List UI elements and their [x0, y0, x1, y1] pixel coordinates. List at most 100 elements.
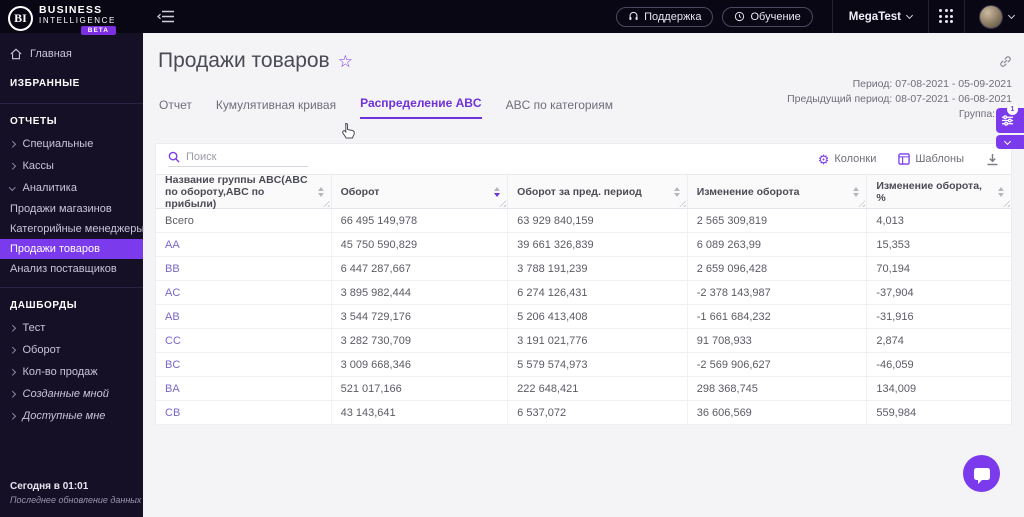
tab-Распределение ABC[interactable]: Распределение ABC	[360, 96, 482, 119]
group-name-cell[interactable]: AC	[156, 281, 332, 304]
expand-panel-button[interactable]	[996, 135, 1024, 149]
table-row-CC: CC 3 282 730,709 3 191 021,776 91 708,933 2,…	[156, 329, 1011, 353]
sort-icon[interactable]	[494, 186, 501, 197]
search-input[interactable]	[186, 151, 308, 163]
group-name-cell[interactable]: AA	[156, 233, 332, 256]
table-header-row: Название группы ABC(ABC по обороту,ABC п…	[156, 174, 1011, 210]
tab-Отчет[interactable]: Отчет	[159, 98, 192, 119]
sort-icon[interactable]	[673, 186, 680, 197]
value-cell: 63 929 840,159	[508, 209, 688, 232]
column-resize-handle[interactable]	[858, 200, 866, 207]
chevron-down-icon	[905, 11, 914, 19]
chevron-down-icon	[1003, 137, 1012, 145]
value-cell: 6 274 126,431	[508, 281, 688, 304]
tab-ABC по категориям[interactable]: ABC по категориям	[506, 98, 613, 119]
filters-count-badge: 1	[1007, 104, 1018, 115]
brand-line2: INTELLIGENCE	[39, 16, 116, 25]
column-resize-handle[interactable]	[499, 200, 507, 207]
column-header-5[interactable]: Изменение оборота, %	[867, 175, 1011, 208]
search-icon	[168, 151, 180, 163]
sidebar-group-Специальные[interactable]: Специальные	[0, 133, 143, 155]
favorite-star-icon[interactable]: ☆	[338, 53, 353, 70]
abc-distribution-table: Название группы ABC(ABC по обороту,ABC п…	[156, 174, 1011, 425]
group-name-cell[interactable]: CC	[156, 329, 332, 352]
chevron-right-icon	[9, 162, 16, 170]
group-name-cell[interactable]: BA	[156, 377, 332, 400]
last-update-caption: Последнее обновление данных	[10, 495, 142, 505]
group-name-cell[interactable]: BB	[156, 257, 332, 280]
value-cell: 15,353	[876, 238, 910, 251]
chevron-down-icon	[9, 183, 16, 191]
search-box[interactable]	[168, 151, 308, 167]
sidebar-dashboard-Кол-во продаж[interactable]: Кол-во продаж	[0, 361, 143, 383]
sidebar-dashboard-Тест[interactable]: Тест	[0, 317, 143, 339]
value-cell: -46,059	[876, 358, 914, 371]
apps-grid-icon[interactable]	[939, 9, 954, 24]
account-menu[interactable]: MegaTest	[843, 11, 918, 23]
sort-icon[interactable]	[998, 186, 1004, 197]
sort-icon[interactable]	[853, 186, 860, 197]
value-cell: 3 191 021,776	[508, 329, 688, 352]
column-header-2[interactable]: Оборот	[332, 175, 509, 208]
templates-button[interactable]: Шаблоны	[898, 153, 964, 165]
value-cell: 298 368,745	[688, 377, 868, 400]
sidebar-group-Кассы[interactable]: Кассы	[0, 155, 143, 177]
user-avatar-menu[interactable]	[975, 4, 1018, 29]
column-resize-handle[interactable]	[678, 200, 686, 207]
columns-label: Колонки	[834, 153, 877, 165]
value-cell: -31,916	[876, 310, 914, 323]
topbar-divider	[928, 0, 929, 33]
column-resize-handle[interactable]	[322, 200, 330, 207]
sort-icon[interactable]	[317, 186, 324, 197]
download-icon[interactable]	[986, 153, 999, 166]
sidebar-dashboard-Оборот[interactable]: Оборот	[0, 339, 143, 361]
column-resize-handle[interactable]	[1003, 200, 1010, 207]
table-row-AA: AA 45 750 590,829 39 661 326,839 6 089 263,…	[156, 233, 1011, 257]
group-name-cell[interactable]: CB	[156, 401, 332, 424]
sidebar-dashboard-Доступные мне[interactable]: Доступные мне	[0, 405, 143, 427]
sidebar-item-Категорийные менеджеры[interactable]: Категорийные менеджеры	[0, 219, 144, 239]
sidebar-collapse-icon[interactable]	[157, 9, 175, 24]
chat-support-button[interactable]	[963, 455, 1000, 492]
value-cell: 3 895 982,444	[332, 281, 509, 304]
chevron-right-icon	[9, 390, 16, 398]
share-link-icon[interactable]	[999, 55, 1012, 73]
column-header-1[interactable]: Название группы ABC(ABC по обороту,ABC п…	[156, 174, 332, 210]
group-name-cell[interactable]: AB	[156, 305, 332, 328]
sidebar-group-Аналитика[interactable]: Аналитика	[0, 177, 143, 199]
group-name-cell[interactable]: BC	[156, 353, 332, 376]
value-cell: 2,874	[876, 334, 904, 347]
sidebar-dashboard-Созданные мной[interactable]: Созданные мной	[0, 383, 143, 405]
app-logo[interactable]: BI BUSINESS INTELLIGENCE BETA	[0, 0, 143, 35]
value-cell: 36 606,569	[688, 401, 868, 424]
sidebar: BI BUSINESS INTELLIGENCE BETA Главная ИЗ…	[0, 0, 144, 517]
sidebar-item-Продажи магазинов[interactable]: Продажи магазинов	[0, 199, 143, 219]
value-cell: -1 661 684,232	[688, 305, 868, 328]
previous-period-label: Предыдущий период: 08-07-2021 - 06-08-20…	[787, 93, 1012, 105]
filters-button[interactable]: 1	[996, 104, 1024, 133]
beta-badge: BETA	[80, 26, 116, 35]
column-header-3[interactable]: Оборот за пред. период	[508, 175, 688, 208]
training-button[interactable]: Обучение	[722, 6, 813, 27]
value-cell: 43 143,641	[332, 401, 509, 424]
columns-button[interactable]: ⚙ Колонки	[818, 153, 877, 166]
support-button[interactable]: Поддержка	[616, 6, 714, 27]
sidebar-item-Продажи товаров[interactable]: Продажи товаров	[0, 239, 143, 259]
group-name-cell: Всего	[156, 209, 332, 232]
brand-line1: BUSINESS	[39, 4, 103, 16]
table-row-AB: AB 3 544 729,176 5 206 413,408 -1 661 684,2…	[156, 305, 1011, 329]
chevron-right-icon	[9, 346, 16, 354]
value-cell: 45 750 590,829	[332, 233, 509, 256]
value-cell: 4,013	[876, 214, 904, 227]
sidebar-item-Анализ поставщиков[interactable]: Анализ поставщиков	[0, 259, 143, 279]
sidebar-item-home[interactable]: Главная	[0, 42, 143, 66]
value-cell: 5 579 574,973	[508, 353, 688, 376]
value-cell: 6 537,072	[508, 401, 688, 424]
tab-Кумулятивная кривая[interactable]: Кумулятивная кривая	[216, 98, 336, 119]
value-cell: -2 378 143,987	[688, 281, 868, 304]
table-row-BA: BA 521 017,166 222 648,421 298 368,745 134,0…	[156, 377, 1011, 401]
template-icon	[898, 153, 911, 165]
table-row-BC: BC 3 009 668,346 5 579 574,973 -2 569 906,6…	[156, 353, 1011, 377]
sidebar-footer: Сегодня в 01:01 Последнее обновление дан…	[10, 481, 141, 505]
column-header-4[interactable]: Изменение оборота	[688, 175, 868, 208]
